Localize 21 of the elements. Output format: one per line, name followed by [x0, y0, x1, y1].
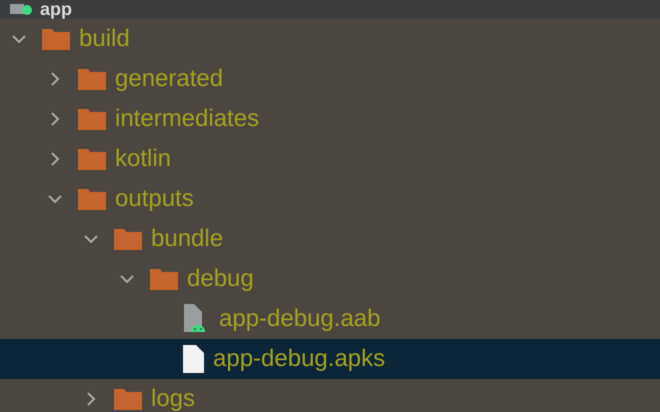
tree-row[interactable]: intermediates: [0, 99, 660, 139]
tree-row[interactable]: generated: [0, 59, 660, 99]
tree-row[interactable]: debug: [0, 259, 660, 299]
folder-icon: [42, 28, 70, 50]
tree-row[interactable]: app-debug.aab: [0, 299, 660, 339]
module-name: app: [40, 0, 72, 19]
module-icon: [10, 4, 34, 16]
file-icon: [182, 345, 204, 373]
tree-row[interactable]: app-debug.apks: [0, 339, 660, 379]
folder-icon: [78, 148, 106, 170]
tree-row[interactable]: kotlin: [0, 139, 660, 179]
tree-row[interactable]: build: [0, 19, 660, 59]
folder-icon: [78, 68, 106, 90]
folder-icon: [114, 228, 142, 250]
tree-row[interactable]: bundle: [0, 219, 660, 259]
tree-row[interactable]: logs: [0, 379, 660, 412]
tree-row[interactable]: outputs: [0, 179, 660, 219]
folder-icon: [78, 108, 106, 130]
folder-icon: [78, 188, 106, 210]
folder-icon: [114, 388, 142, 410]
folder-icon: [150, 268, 178, 290]
